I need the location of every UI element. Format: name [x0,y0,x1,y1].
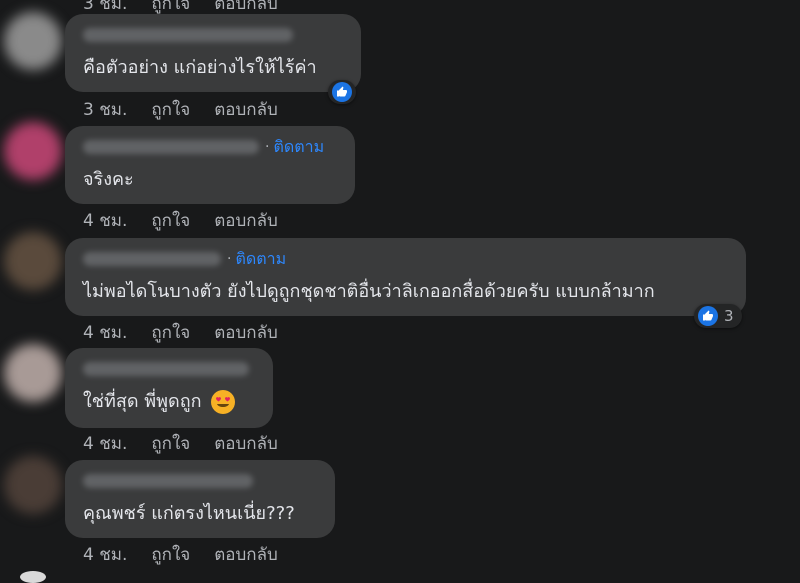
time-link[interactable]: 4 ชม. [83,319,127,346]
reply-link[interactable]: ตอบกลับ [214,207,278,234]
author-name[interactable] [83,28,293,42]
avatar[interactable] [4,456,62,514]
comment-actions: 3 ชม. ถูกใจ ตอบกลับ [83,96,278,123]
author-row [83,470,319,492]
avatar[interactable] [4,232,62,290]
author-row: · ติดตาม [83,136,339,158]
author-row [83,358,257,380]
like-link[interactable]: ถูกใจ [151,430,190,457]
comment-actions: 4 ชม. ถูกใจ ตอบกลับ [83,430,278,457]
author-row [83,24,345,46]
author-name[interactable] [83,362,249,376]
separator-dot: · [227,251,232,267]
avatar[interactable] [20,571,46,583]
reply-link[interactable]: ตอบกลับ [214,430,278,457]
like-icon [332,82,352,102]
like-icon [698,306,718,326]
like-link[interactable]: ถูกใจ [151,207,190,234]
heart-eyes-emoji [211,390,236,414]
comment-text: คือตัวอย่าง แก่อย่างไรให้ไร้ค่า [83,57,317,78]
time-link[interactable]: 3 ชม. [83,96,127,123]
time-link[interactable]: 4 ชม. [83,541,127,568]
comment-text-content: ใช่ที่สุด พี่พูดถูก [83,391,202,412]
comment-actions: 4 ชม. ถูกใจ ตอบกลับ [83,541,278,568]
reply-link[interactable]: ตอบกลับ [214,96,278,123]
author-row: · ติดตาม [83,248,730,270]
avatar[interactable] [4,122,62,180]
comment-bubble: ใช่ที่สุด พี่พูดถูก [65,348,273,428]
comment-text: ไม่พอไดโนบางตัว ยังไปดูถูกชุดชาติอื่นว่า… [83,281,655,302]
avatar[interactable] [4,344,62,402]
comment-bubble: · ติดตาม ไม่พอไดโนบางตัว ยังไปดูถูกชุดชา… [65,238,746,316]
author-name[interactable] [83,474,253,488]
comment-text: คุณพชร์ แก่ตรงไหนเนี่ย??? [83,503,295,524]
comment-bubble: คือตัวอย่าง แก่อย่างไรให้ไร้ค่า [65,14,361,92]
like-link[interactable]: ถูกใจ [151,541,190,568]
comment-text: ใช่ที่สุด พี่พูดถูก [83,386,257,415]
comment-text: จริงคะ [83,169,134,190]
reply-link[interactable]: ตอบกลับ [214,541,278,568]
time-link[interactable]: 4 ชม. [83,207,127,234]
reaction-badge[interactable]: 3 [694,304,742,328]
comment-actions: 4 ชม. ถูกใจ ตอบกลับ [83,207,278,234]
author-name[interactable] [83,252,221,266]
comment-bubble: · ติดตาม จริงคะ [65,126,355,204]
author-name[interactable] [83,140,259,154]
reaction-count: 3 [724,307,734,325]
follow-link[interactable]: ติดตาม [273,135,324,160]
separator-dot: · [265,139,270,155]
comment-actions: 4 ชม. ถูกใจ ตอบกลับ [83,319,278,346]
reaction-badge[interactable] [328,80,356,104]
follow-link[interactable]: ติดตาม [235,247,286,272]
like-link[interactable]: ถูกใจ [151,319,190,346]
avatar[interactable] [4,12,62,70]
reply-link[interactable]: ตอบกลับ [214,319,278,346]
comment-bubble: คุณพชร์ แก่ตรงไหนเนี่ย??? [65,460,335,538]
time-link[interactable]: 4 ชม. [83,430,127,457]
like-link[interactable]: ถูกใจ [151,96,190,123]
